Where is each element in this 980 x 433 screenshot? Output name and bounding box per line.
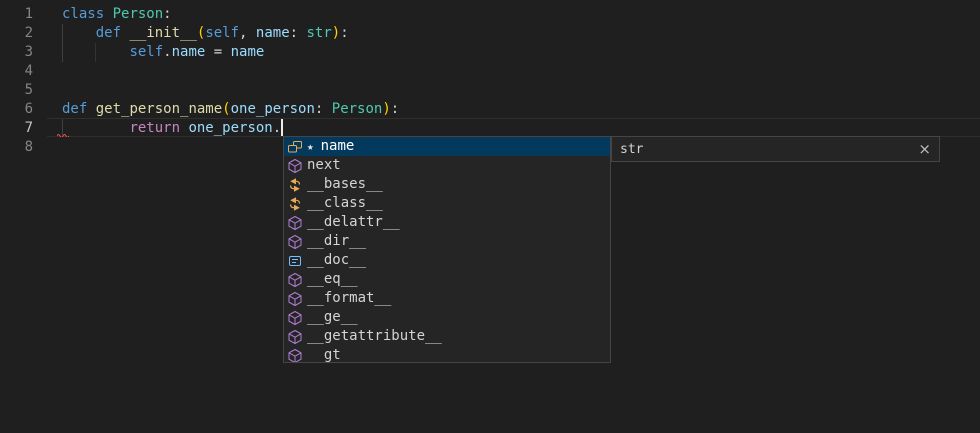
code-token: name <box>172 44 206 60</box>
code-token: : <box>163 6 171 22</box>
method-icon <box>287 215 303 231</box>
code-token: get_person_name <box>96 101 222 117</box>
suggestion-label: __gt__ <box>307 346 358 363</box>
code-token: name <box>256 25 290 41</box>
code-token: , <box>239 25 256 41</box>
code-token <box>62 44 129 60</box>
line-number: 2 <box>0 24 33 43</box>
suggestion-label: __doc__ <box>307 251 366 270</box>
line-number: 6 <box>0 100 33 119</box>
code-area[interactable]: class Person: def __init__(self, name: s… <box>62 5 399 157</box>
code-token: : <box>290 25 307 41</box>
field-icon <box>287 139 303 155</box>
code-token: def <box>96 25 121 41</box>
suggestion-label: next <box>307 156 341 175</box>
suggestion-type-label: str <box>620 140 643 159</box>
code-line: def get_person_name(one_person: Person): <box>62 100 399 119</box>
method-icon <box>287 158 303 174</box>
code-token: : <box>315 101 332 117</box>
suggestion-label: __delattr__ <box>307 213 400 232</box>
suggestion-item[interactable]: __getattribute__ <box>284 327 610 346</box>
code-token: self <box>205 25 239 41</box>
code-token: name <box>231 44 265 60</box>
code-line <box>62 81 399 100</box>
method-icon <box>287 348 303 364</box>
line-number: 8 <box>0 138 33 157</box>
code-token: Person <box>332 101 383 117</box>
suggest-details-panel: str × <box>611 136 940 162</box>
code-token: def <box>62 101 87 117</box>
suggestion-label: __ge__ <box>307 308 358 327</box>
code-token: ) <box>382 101 390 117</box>
code-token: class <box>62 6 104 22</box>
line-number: 5 <box>0 81 33 100</box>
code-token: ) <box>332 25 340 41</box>
class-icon <box>287 196 303 212</box>
method-icon <box>287 291 303 307</box>
code-token: str <box>306 25 331 41</box>
method-icon <box>287 272 303 288</box>
code-token <box>62 25 96 41</box>
suggestion-label: __class__ <box>307 194 383 213</box>
code-token <box>87 101 95 117</box>
code-line: class Person: <box>62 5 399 24</box>
code-token: __init__ <box>129 25 196 41</box>
suggestion-item[interactable]: __gt__ <box>284 346 610 363</box>
code-token: return <box>129 120 180 136</box>
line-number: 1 <box>0 5 33 24</box>
suggestion-item[interactable]: ★ name <box>284 137 610 156</box>
code-token: . <box>163 44 171 60</box>
suggestion-item[interactable]: next <box>284 156 610 175</box>
code-token: : <box>340 25 348 41</box>
intellisense-suggest-widget: ★namenext__bases____class____delattr____… <box>283 136 611 363</box>
line-number-gutter[interactable]: 12345678 <box>0 5 33 157</box>
suggestion-label: __bases__ <box>307 175 383 194</box>
suggestion-label: __getattribute__ <box>307 327 442 346</box>
method-icon <box>287 329 303 345</box>
text-cursor <box>281 119 283 136</box>
suggestion-item[interactable]: __dir__ <box>284 232 610 251</box>
suggestion-item[interactable]: __format__ <box>284 289 610 308</box>
code-token <box>104 6 112 22</box>
code-editor-window: 12345678 class Person: def __init__(self… <box>0 0 980 433</box>
code-token: one_person <box>231 101 315 117</box>
suggestion-label: name <box>321 137 355 156</box>
code-line <box>62 62 399 81</box>
code-token: ( <box>222 101 230 117</box>
close-icon[interactable]: × <box>918 142 931 157</box>
suggestion-label: __format__ <box>307 289 391 308</box>
code-token: : <box>391 101 399 117</box>
code-token: . <box>273 120 281 136</box>
code-line: self.name = name <box>62 43 399 62</box>
class-icon <box>287 177 303 193</box>
suggestion-label: __dir__ <box>307 232 366 251</box>
suggestion-label: __eq__ <box>307 270 358 289</box>
code-token: self <box>129 44 163 60</box>
suggestion-item[interactable]: __doc__ <box>284 251 610 270</box>
preferred-star-icon: ★ <box>307 137 314 156</box>
code-token: one_person <box>188 120 272 136</box>
suggestion-item[interactable]: __class__ <box>284 194 610 213</box>
code-token: Person <box>113 6 164 22</box>
line-number: 3 <box>0 43 33 62</box>
code-token <box>62 120 129 136</box>
suggestion-item[interactable]: __eq__ <box>284 270 610 289</box>
suggestion-item[interactable]: __delattr__ <box>284 213 610 232</box>
method-icon <box>287 234 303 250</box>
suggestion-item[interactable]: __ge__ <box>284 308 610 327</box>
error-squiggle <box>57 132 69 137</box>
code-token: = <box>205 44 230 60</box>
line-number: 7 <box>0 119 33 138</box>
doc-icon <box>287 253 303 269</box>
code-line: def __init__(self, name: str): <box>62 24 399 43</box>
method-icon <box>287 310 303 326</box>
line-number: 4 <box>0 62 33 81</box>
suggestion-item[interactable]: __bases__ <box>284 175 610 194</box>
